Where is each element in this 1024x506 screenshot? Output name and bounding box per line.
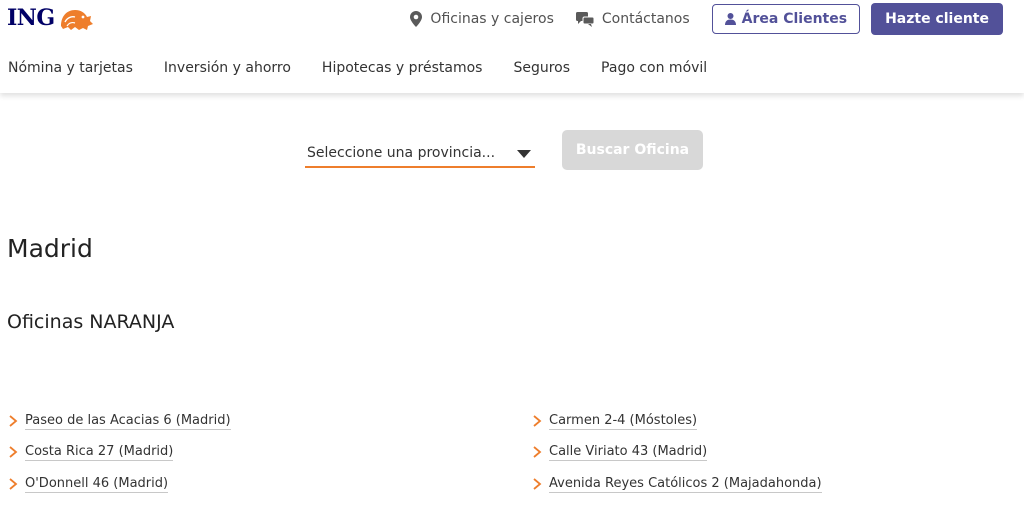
contact-link[interactable]: Contáctanos [575, 11, 690, 27]
chevron-right-icon [9, 446, 18, 458]
utility-bar: Oficinas y cajeros Contáctanos Área Clie… [410, 3, 1003, 35]
chevron-right-icon [9, 415, 18, 427]
office-item[interactable]: Calle Viriato 43 (Madrid) [531, 437, 822, 469]
office-link[interactable]: O'Donnell 46 (Madrid) [25, 475, 169, 493]
lion-icon [60, 10, 93, 30]
office-link[interactable]: Avenida Reyes Católicos 2 (Majadahonda) [549, 475, 822, 493]
chevron-right-icon [9, 478, 18, 490]
offices-link-label: Oficinas y cajeros [430, 11, 554, 27]
area-clientes-button[interactable]: Área Clientes [711, 4, 861, 34]
chevron-right-icon [533, 478, 542, 490]
office-link[interactable]: Costa Rica 27 (Madrid) [25, 443, 174, 462]
nav-item-nomina[interactable]: Nómina y tarjetas [8, 60, 133, 76]
site-header: ING Oficinas y cajeros Contáctanos Área … [0, 0, 1024, 93]
chat-bubbles-icon [575, 11, 594, 27]
nav-item-inversion[interactable]: Inversión y ahorro [164, 60, 291, 76]
office-type-heading: Oficinas NARANJA [7, 311, 175, 333]
province-select-value: Seleccione una provincia... [307, 145, 496, 161]
office-item[interactable]: Paseo de las Acacias 6 (Madrid) [7, 405, 231, 437]
nav-item-pago-movil[interactable]: Pago con móvil [601, 60, 707, 76]
office-link[interactable]: Calle Viriato 43 (Madrid) [549, 443, 708, 462]
caret-down-icon [517, 150, 531, 158]
province-select[interactable]: Seleccione una provincia... [305, 130, 535, 168]
map-pin-icon [410, 11, 423, 27]
office-item[interactable]: Carmen 2-4 (Móstoles) [531, 405, 822, 437]
contact-link-label: Contáctanos [601, 11, 690, 27]
office-item[interactable]: Costa Rica 27 (Madrid) [7, 437, 231, 469]
office-search: Seleccione una provincia... Buscar Ofici… [305, 130, 703, 170]
nav-item-seguros[interactable]: Seguros [513, 60, 570, 76]
main-nav: Nómina y tarjetas Inversión y ahorro Hip… [8, 60, 738, 76]
nav-item-hipotecas[interactable]: Hipotecas y préstamos [322, 60, 483, 76]
hazte-cliente-button[interactable]: Hazte cliente [871, 3, 1003, 35]
area-clientes-label: Área Clientes [741, 11, 848, 27]
chevron-right-icon [533, 446, 542, 458]
office-item[interactable]: Avenida Reyes Católicos 2 (Majadahonda) [531, 468, 822, 500]
office-link[interactable]: Paseo de las Acacias 6 (Madrid) [25, 412, 231, 430]
offices-link[interactable]: Oficinas y cajeros [410, 11, 554, 27]
chevron-right-icon [533, 415, 542, 427]
user-icon [724, 13, 736, 25]
buscar-oficina-button[interactable]: Buscar Oficina [562, 130, 703, 170]
city-heading: Madrid [7, 234, 93, 263]
office-list-right: Carmen 2-4 (Móstoles) Calle Viriato 43 (… [531, 405, 822, 500]
logo-text: ING [7, 5, 55, 31]
office-link[interactable]: Carmen 2-4 (Móstoles) [549, 412, 698, 430]
office-list-left: Paseo de las Acacias 6 (Madrid) Costa Ri… [7, 405, 231, 500]
ing-logo[interactable]: ING [7, 4, 95, 32]
office-item[interactable]: O'Donnell 46 (Madrid) [7, 468, 231, 500]
